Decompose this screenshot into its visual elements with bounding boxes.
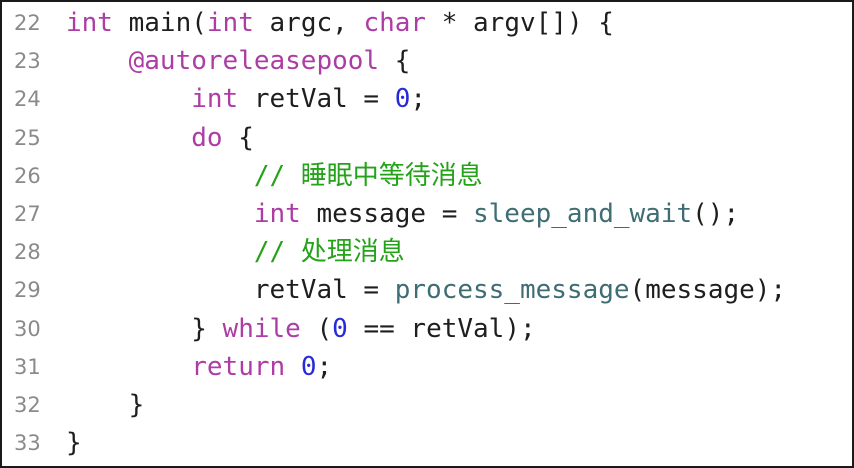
code-line[interactable]: 24 int retVal = 0; [2, 80, 852, 118]
code-content[interactable]: return 0; [66, 348, 332, 386]
code-content[interactable]: int main(int argc, char * argv[]) { [66, 4, 614, 42]
code-content[interactable]: } [66, 424, 82, 462]
function-token: process_message [394, 275, 630, 306]
code-token: argc, [253, 8, 364, 38]
code-editor[interactable]: 22 int main(int argc, char * argv[]) {23 … [0, 0, 854, 468]
comment-token: // 睡眠中等待消息 [253, 160, 483, 191]
line-number: 27 [14, 201, 41, 226]
code-token: == retVal); [347, 313, 536, 344]
comment-token: // 处理消息 [253, 237, 405, 268]
code-content[interactable]: // 睡眠中等待消息 [66, 157, 483, 195]
keyword-token: int [191, 84, 239, 115]
line-number: 32 [14, 392, 41, 417]
line-number: 24 [14, 87, 41, 112]
code-content[interactable]: retVal = process_message(message); [66, 271, 786, 309]
function-token: sleep_and_wait [473, 198, 693, 229]
code-content[interactable]: } [66, 386, 145, 424]
code-token: (); [692, 198, 740, 229]
code-line[interactable]: 29 retVal = process_message(message); [2, 271, 852, 309]
code-token: ; [316, 351, 333, 382]
code-content[interactable]: do { [66, 119, 254, 157]
number-token: 0 [332, 313, 348, 344]
code-token: ( [300, 313, 333, 344]
keyword-token: char [363, 8, 427, 38]
keyword-token: int [206, 8, 254, 38]
line-number: 28 [14, 240, 41, 265]
code-token: message = [300, 198, 473, 229]
code-token: retVal = [66, 275, 395, 306]
code-content[interactable]: int message = sleep_and_wait(); [66, 195, 739, 233]
number-token: 0 [300, 351, 317, 382]
keyword-token: int [66, 8, 113, 38]
code-line[interactable]: 27 int message = sleep_and_wait(); [2, 195, 852, 233]
number-token: 0 [394, 84, 411, 115]
code-line[interactable]: 23 @autoreleasepool { [2, 42, 852, 80]
code-line[interactable]: 32 } [2, 386, 852, 424]
line-number: 30 [14, 316, 41, 341]
code-token: main( [112, 8, 207, 38]
code-content[interactable]: // 处理消息 [66, 233, 405, 271]
line-number: 22 [14, 11, 41, 35]
line-number: 26 [14, 163, 41, 188]
code-content[interactable]: @autoreleasepool { [66, 42, 411, 80]
code-token: } [66, 428, 82, 459]
code-line[interactable]: 31 return 0; [2, 348, 852, 386]
code-token: retVal = [238, 84, 395, 115]
keyword-token: do [191, 122, 223, 153]
code-content[interactable]: int retVal = 0; [66, 80, 426, 118]
code-line[interactable]: 22 int main(int argc, char * argv[]) { [2, 4, 852, 42]
code-token: { [222, 122, 254, 153]
line-number: 29 [14, 278, 41, 303]
code-token: } [66, 313, 223, 344]
keyword-token: int [253, 198, 301, 229]
line-number: 23 [14, 49, 41, 74]
code-token: } [66, 389, 145, 420]
code-line[interactable]: 33} [2, 424, 852, 462]
code-line[interactable]: 25 do { [2, 119, 852, 157]
code-line[interactable]: 26 // 睡眠中等待消息 [2, 157, 852, 195]
code-line[interactable]: 28 // 处理消息 [2, 233, 852, 271]
line-number: 33 [14, 431, 41, 456]
code-line[interactable]: 30 } while (0 == retVal); [2, 310, 852, 348]
keyword-token: while [222, 313, 301, 344]
line-number: 25 [14, 125, 41, 150]
code-token: { [379, 46, 411, 77]
keyword-token: return [191, 351, 286, 382]
keyword-token: @autoreleasepool [128, 46, 380, 77]
code-token: * argv[]) { [426, 8, 614, 38]
line-number: 31 [14, 354, 41, 379]
code-token: ; [410, 84, 427, 115]
code-content[interactable]: } while (0 == retVal); [66, 310, 536, 348]
code-token: (message); [629, 275, 787, 306]
